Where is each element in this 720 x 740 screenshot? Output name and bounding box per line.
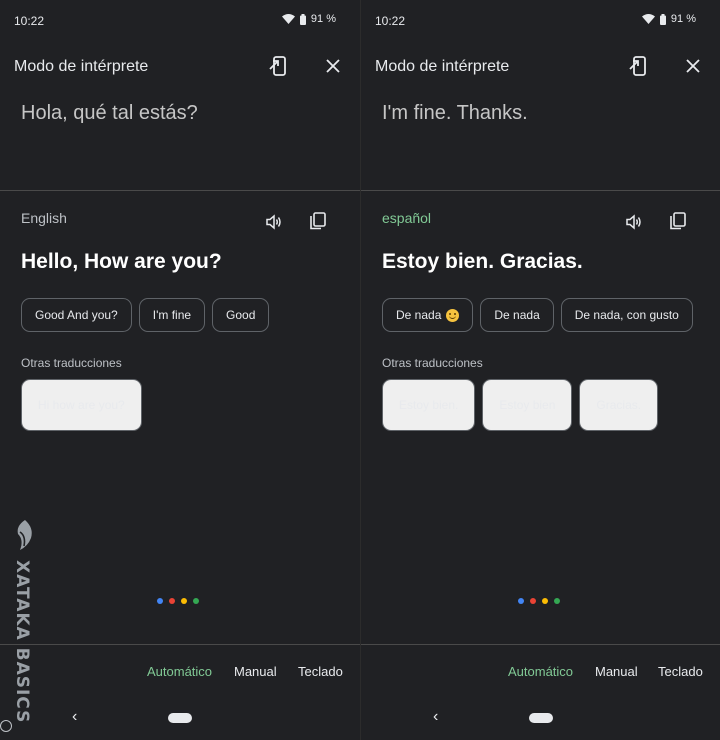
mode-keyboard[interactable]: Teclado xyxy=(658,664,703,679)
battery-percent: 91 % xyxy=(670,13,696,25)
status-time: 10:22 xyxy=(14,14,45,28)
copy-icon[interactable] xyxy=(668,211,688,231)
translation-text: Estoy bien. Gracias. xyxy=(382,250,583,273)
other-translations: Hi how are you? xyxy=(21,379,142,431)
interpreter-screen-left: 10:22 91 % Modo de intérprete Hola, qué … xyxy=(0,0,360,740)
assistant-dots xyxy=(518,598,560,604)
reply-chip[interactable]: De nada xyxy=(480,298,554,332)
close-icon[interactable] xyxy=(323,56,343,76)
smile-emoji-icon xyxy=(446,308,460,322)
target-language: español xyxy=(382,210,432,226)
assistant-dots xyxy=(157,598,199,604)
system-navbar: ‹ xyxy=(361,708,720,728)
mode-keyboard[interactable]: Teclado xyxy=(298,664,343,679)
target-language: English xyxy=(21,210,67,226)
dot-yellow xyxy=(181,598,187,604)
divider xyxy=(0,190,360,191)
close-icon[interactable] xyxy=(683,56,703,76)
dot-blue xyxy=(157,598,163,604)
other-translations-label: Otras traducciones xyxy=(382,356,483,370)
dot-red xyxy=(169,598,175,604)
other-translations-label: Otras traducciones xyxy=(21,356,122,370)
mode-automatic[interactable]: Automático xyxy=(147,664,212,679)
dot-blue xyxy=(518,598,524,604)
interpreter-header: Modo de intérprete xyxy=(361,52,720,82)
mode-manual[interactable]: Manual xyxy=(234,664,277,679)
suggested-replies: De nada De nada De nada, con gusto xyxy=(382,298,693,332)
divider xyxy=(361,190,720,191)
exit-interpreter-icon[interactable] xyxy=(268,55,290,77)
speaker-icon[interactable] xyxy=(624,212,644,232)
source-text: Hola, qué tal estás? xyxy=(21,102,198,124)
alt-translation-chip[interactable]: Estoy bien xyxy=(482,379,573,431)
bottom-divider xyxy=(361,644,720,645)
dot-yellow xyxy=(542,598,548,604)
mode-manual[interactable]: Manual xyxy=(595,664,638,679)
home-pill[interactable] xyxy=(168,713,192,723)
alt-translation-chip[interactable]: Gracias. xyxy=(579,379,659,431)
bottom-divider xyxy=(0,644,360,645)
page-title: Modo de intérprete xyxy=(14,58,149,75)
other-translations: Estoy bien. Estoy bien Gracias. xyxy=(382,379,659,431)
alt-translation-chip[interactable]: Estoy bien. xyxy=(382,379,476,431)
mode-automatic[interactable]: Automático xyxy=(508,664,573,679)
reply-chip[interactable]: I'm fine xyxy=(138,298,206,332)
reply-chip[interactable]: Good And you? xyxy=(21,298,132,332)
page-title: Modo de intérprete xyxy=(375,58,510,75)
interpreter-screen-right: 10:22 91 % Modo de intérprete I'm fine. … xyxy=(360,0,720,740)
watermark-circle xyxy=(0,720,12,732)
reply-chip-with-emoji[interactable]: De nada xyxy=(382,298,474,332)
reply-chip-label: De nada xyxy=(396,308,442,322)
battery-icon xyxy=(659,13,666,25)
source-text: I'm fine. Thanks. xyxy=(382,102,528,124)
copy-icon[interactable] xyxy=(308,211,328,231)
speaker-icon[interactable] xyxy=(264,212,284,232)
dot-red xyxy=(530,598,536,604)
alt-translation-chip[interactable]: Hi how are you? xyxy=(21,379,142,431)
status-time: 10:22 xyxy=(375,14,406,28)
input-modes: Automático Manual Teclado xyxy=(361,664,720,684)
translation-text: Hello, How are you? xyxy=(21,250,222,273)
wifi-icon xyxy=(641,14,655,24)
battery-icon xyxy=(299,13,306,25)
wifi-icon xyxy=(281,14,295,24)
status-icons: 91 % xyxy=(641,13,696,25)
battery-percent: 91 % xyxy=(310,13,336,25)
interpreter-header: Modo de intérprete xyxy=(0,52,360,82)
back-chevron-icon[interactable]: ‹ xyxy=(72,708,77,726)
back-chevron-icon[interactable]: ‹ xyxy=(433,708,438,726)
system-navbar: ‹ xyxy=(0,708,360,728)
input-modes: Automático Manual Teclado xyxy=(0,664,360,684)
reply-chip[interactable]: De nada, con gusto xyxy=(560,298,693,332)
status-bar: 10:22 91 % xyxy=(361,0,720,40)
home-pill[interactable] xyxy=(529,713,553,723)
dot-green xyxy=(554,598,560,604)
dot-green xyxy=(193,598,199,604)
status-bar: 10:22 91 % xyxy=(0,0,360,40)
status-icons: 91 % xyxy=(281,13,336,25)
exit-interpreter-icon[interactable] xyxy=(628,55,650,77)
watermark-text: XATAKA BASICS xyxy=(12,560,32,724)
watermark: XATAKA BASICS xyxy=(10,520,40,740)
reply-chip[interactable]: Good xyxy=(212,298,270,332)
suggested-replies: Good And you? I'm fine Good xyxy=(21,298,270,332)
xataka-logo xyxy=(17,520,32,550)
